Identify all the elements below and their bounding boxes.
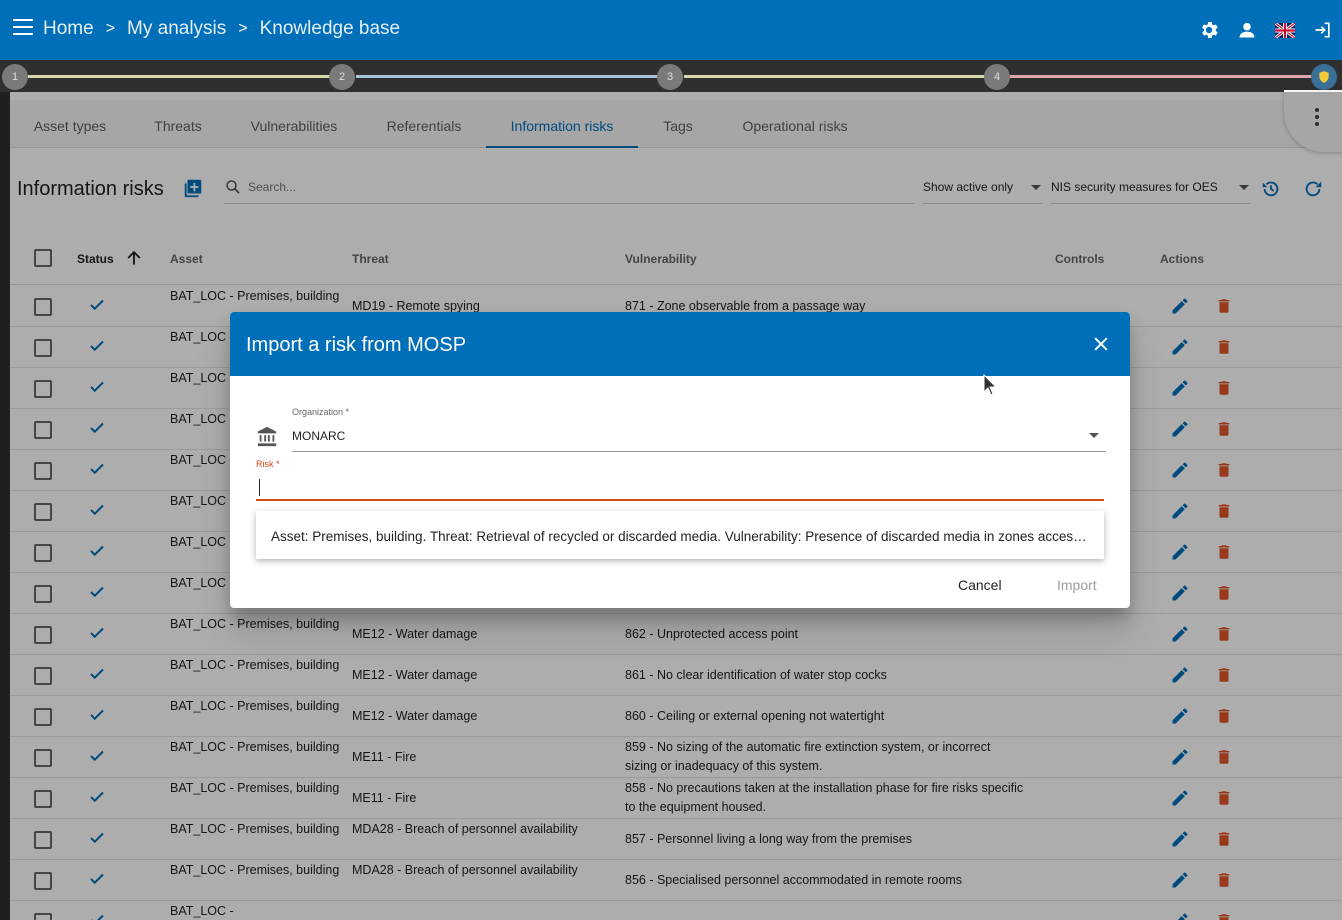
risk-autocomplete-input[interactable]	[256, 472, 1104, 501]
step-2[interactable]: 2	[329, 64, 355, 90]
organization-label: Organization *	[292, 407, 350, 417]
breadcrumb-my-analysis[interactable]: My analysis	[127, 18, 226, 40]
chevron-right-icon: >	[105, 20, 116, 37]
menu-icon[interactable]	[13, 19, 33, 35]
step-connector	[356, 75, 658, 78]
shield-icon[interactable]	[1311, 64, 1337, 90]
import-risk-dialog: Import a risk from MOSP Organization * M…	[230, 312, 1130, 608]
breadcrumb: Home > My analysis > Knowledge base	[43, 18, 400, 40]
dropdown-caret-icon[interactable]	[1089, 433, 1099, 438]
import-button[interactable]: Import	[1057, 577, 1097, 593]
autocomplete-panel: Asset: Premises, building. Threat: Retri…	[256, 511, 1104, 559]
uk-flag-icon[interactable]	[1266, 16, 1304, 44]
dialog-header: Import a risk from MOSP	[230, 312, 1130, 376]
cancel-button[interactable]: Cancel	[958, 577, 1002, 593]
step-connector	[684, 75, 986, 78]
step-connector	[28, 75, 330, 78]
mouse-pointer-icon	[983, 373, 998, 401]
organization-underline	[292, 451, 1106, 452]
bank-icon	[256, 426, 278, 453]
breadcrumb-home[interactable]: Home	[43, 18, 94, 40]
chevron-right-icon: >	[238, 20, 248, 37]
breadcrumb-knowledge-base: Knowledge base	[259, 18, 401, 39]
logout-icon[interactable]	[1304, 16, 1342, 44]
risk-label: Risk *	[256, 459, 280, 469]
dialog-title: Import a risk from MOSP	[246, 334, 467, 356]
top-app-bar: Home > My analysis > Knowledge base	[0, 0, 1342, 60]
step-connector	[1010, 75, 1312, 78]
text-cursor	[259, 479, 260, 496]
step-3[interactable]: 3	[657, 64, 683, 90]
analysis-stepper: 1 2 3 4	[0, 60, 1342, 92]
organization-select[interactable]: MONARC	[292, 429, 345, 443]
settings-icon[interactable]	[1190, 16, 1228, 44]
risk-option[interactable]: Asset: Premises, building. Threat: Retri…	[271, 529, 1091, 544]
step-4[interactable]: 4	[984, 64, 1010, 90]
user-icon[interactable]	[1228, 16, 1266, 44]
step-1[interactable]: 1	[2, 64, 28, 90]
close-icon[interactable]	[1091, 334, 1111, 359]
